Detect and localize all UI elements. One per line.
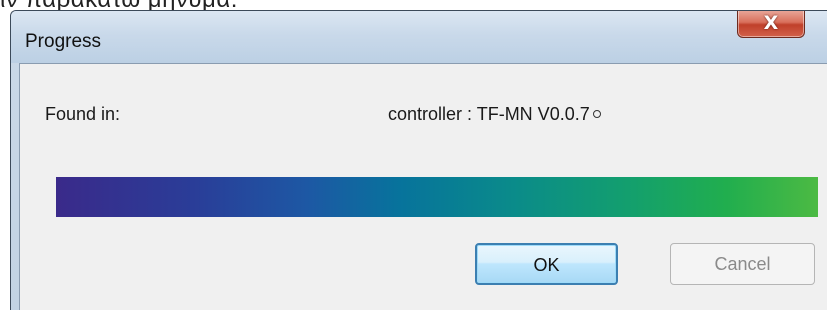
found-in-value-text: controller : TF-MN V0.0.7 bbox=[388, 104, 590, 124]
cancel-button[interactable]: Cancel bbox=[670, 243, 815, 285]
dialog-body: Found in: controller : TF-MN V0.0.7 OK C… bbox=[19, 63, 827, 310]
title-bar[interactable]: Progress X bbox=[11, 11, 827, 63]
close-icon: X bbox=[763, 12, 779, 34]
found-in-label: Found in: bbox=[45, 104, 121, 124]
progress-bar-fill bbox=[56, 177, 818, 217]
degree-marker-icon bbox=[592, 110, 601, 118]
found-in-value: controller : TF-MN V0.0.7 bbox=[388, 104, 601, 125]
progress-bar bbox=[56, 177, 818, 217]
progress-dialog: Progress X Found in: controller : TF-MN … bbox=[10, 10, 827, 310]
close-button[interactable]: X bbox=[737, 11, 805, 38]
dialog-title: Progress bbox=[25, 31, 102, 52]
ok-button[interactable]: OK bbox=[475, 243, 618, 285]
